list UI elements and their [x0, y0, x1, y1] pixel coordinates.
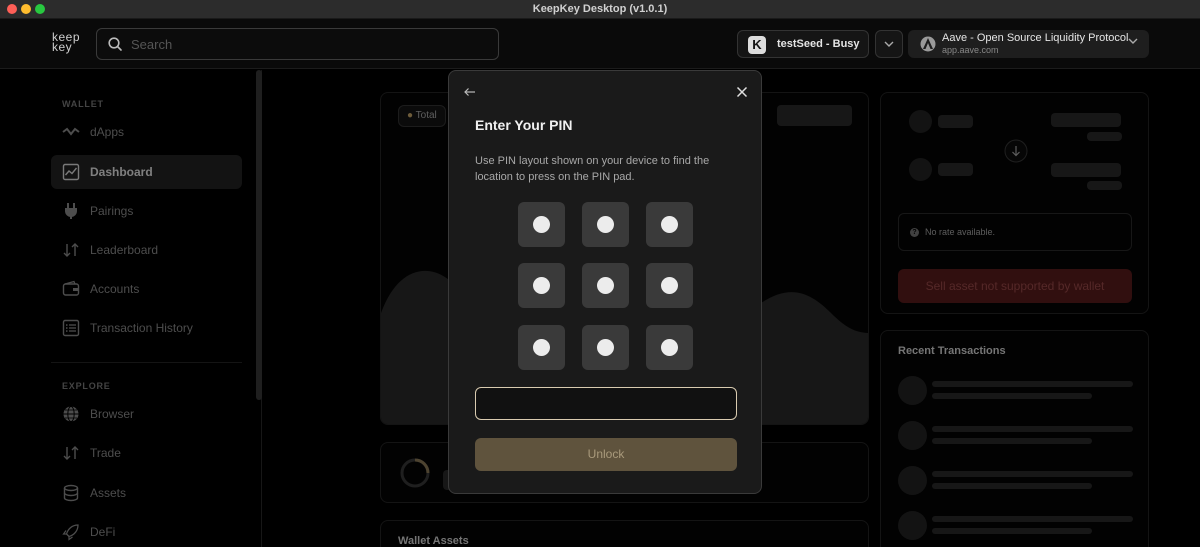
pin-dot: [533, 216, 550, 233]
pin-dot: [661, 216, 678, 233]
window-titlebar: KeepKey Desktop (v1.0.1): [0, 0, 1200, 19]
keepkey-wallet-icon: K: [748, 36, 766, 54]
pin-dot: [661, 339, 678, 356]
search-bar[interactable]: Search: [96, 28, 499, 60]
close-icon[interactable]: [735, 85, 749, 99]
pin-key-2[interactable]: [582, 202, 629, 247]
pin-modal: Enter Your PIN Use PIN layout shown on y…: [448, 70, 762, 494]
chevron-down-icon: [884, 41, 894, 47]
pin-key-8[interactable]: [582, 325, 629, 370]
pin-key-4[interactable]: [518, 263, 565, 308]
pin-dot: [533, 277, 550, 294]
dapp-connection-selector[interactable]: Aave - Open Source Liquidity Protocol ap…: [908, 30, 1149, 58]
pin-input[interactable]: [475, 387, 737, 420]
unlock-button[interactable]: Unlock: [475, 438, 737, 471]
pin-dot: [661, 277, 678, 294]
wallet-dropdown-button[interactable]: [875, 30, 903, 58]
wallet-label: testSeed - Busy: [777, 38, 860, 50]
wallet-selector[interactable]: K testSeed - Busy: [737, 30, 869, 58]
modal-description: Use PIN layout shown on your device to f…: [475, 155, 710, 183]
pin-key-7[interactable]: [518, 325, 565, 370]
aave-icon: [920, 36, 936, 52]
pin-key-9[interactable]: [646, 325, 693, 370]
pin-dot: [533, 339, 550, 356]
chevron-down-icon: [1128, 38, 1138, 44]
pin-key-6[interactable]: [646, 263, 693, 308]
pin-dot: [597, 277, 614, 294]
window-title: KeepKey Desktop (v1.0.1): [532, 3, 668, 15]
search-input[interactable]: Search: [131, 37, 172, 52]
search-icon: [108, 37, 122, 51]
pin-key-3[interactable]: [646, 202, 693, 247]
pin-key-1[interactable]: [518, 202, 565, 247]
pin-key-5[interactable]: [582, 263, 629, 308]
pin-dot: [597, 216, 614, 233]
app-header: keep key Search K testSeed - Busy Aave -…: [0, 19, 1200, 69]
pin-dot: [597, 339, 614, 356]
modal-title: Enter Your PIN: [475, 117, 573, 133]
keepkey-logo[interactable]: keep key: [52, 31, 86, 53]
dapp-name: Aave - Open Source Liquidity Protocol: [942, 32, 1129, 44]
dapp-url: app.aave.com: [942, 45, 999, 55]
back-arrow-icon[interactable]: [463, 85, 477, 99]
